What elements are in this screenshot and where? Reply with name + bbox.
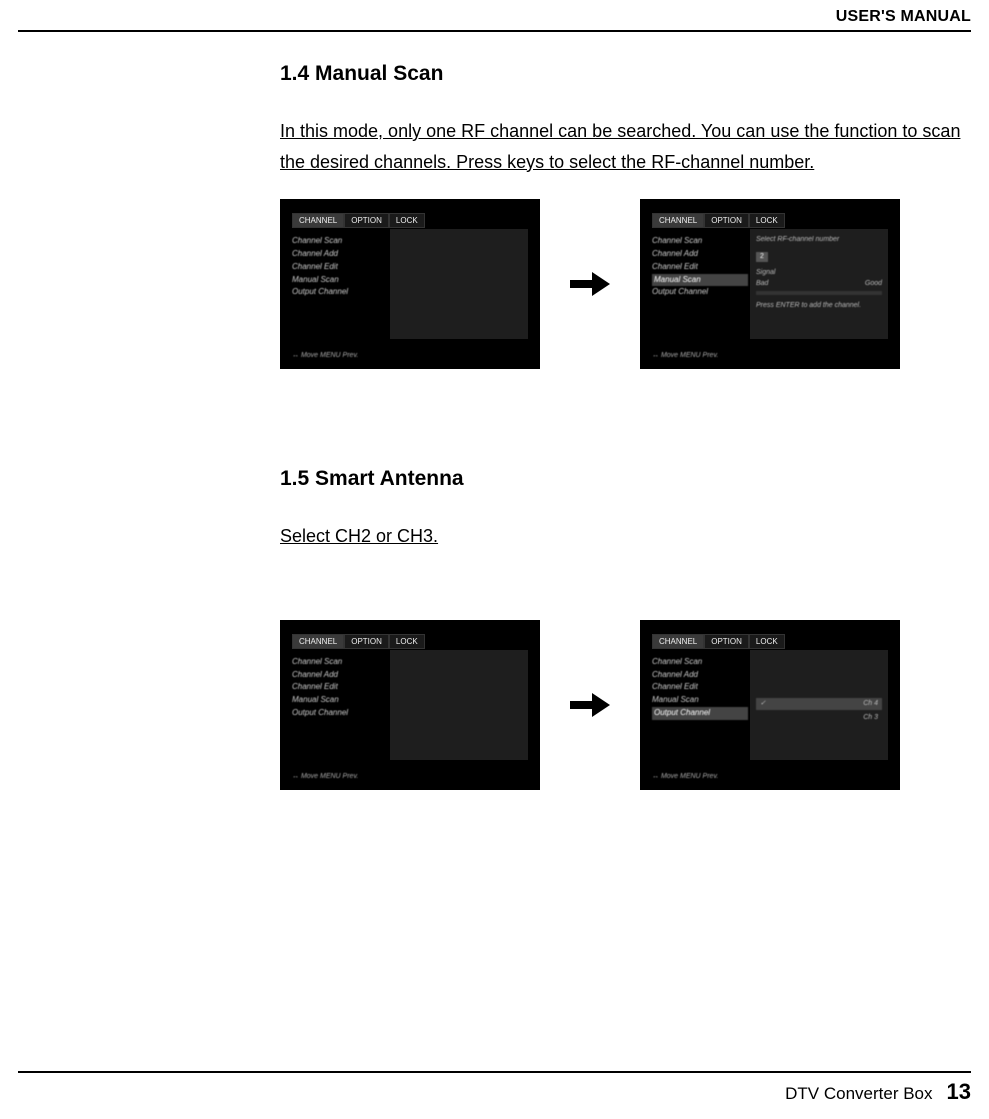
tv-menu-item: Channel Edit <box>652 681 748 694</box>
header-rule <box>18 30 971 32</box>
tv-menu-item: Output Channel <box>292 286 388 299</box>
tv-menu-item-selected: Output Channel <box>652 707 748 720</box>
tv-tab-option: OPTION <box>704 634 749 649</box>
output-option: Ch 4 <box>863 699 878 710</box>
tv-hint: ↔ Move MENU Prev. <box>652 773 718 780</box>
panel-note: Press ENTER to add the channel. <box>756 301 882 312</box>
tv-menu-item: Channel Add <box>292 248 388 261</box>
section-1-body: In this mode, only one RF channel can be… <box>280 116 985 177</box>
tv-screenshot-antenna-left: CHANNEL OPTION LOCK Channel Scan Channel… <box>280 620 540 790</box>
tv-tabs: CHANNEL OPTION LOCK <box>292 634 425 649</box>
tv-menu-list: Channel Scan Channel Add Channel Edit Ma… <box>652 656 748 720</box>
tv-tab-channel: CHANNEL <box>292 634 344 649</box>
footer: DTV Converter Box 13 <box>785 1079 971 1105</box>
tv-hint: ↔ Move MENU Prev. <box>292 352 358 359</box>
tv-menu-item: Channel Scan <box>292 656 388 669</box>
tv-tabs: CHANNEL OPTION LOCK <box>652 213 785 228</box>
tv-menu-item: Channel Edit <box>652 261 748 274</box>
tv-tab-lock: LOCK <box>389 634 425 649</box>
tv-tab-option: OPTION <box>344 634 389 649</box>
rf-channel-value: 2 <box>756 252 768 263</box>
tv-tab-lock: LOCK <box>749 634 785 649</box>
arrow-icon <box>570 272 610 296</box>
tv-menu-item: Channel Scan <box>292 235 388 248</box>
tv-tab-channel: CHANNEL <box>652 213 704 228</box>
tv-menu-list: Channel Scan Channel Add Channel Edit Ma… <box>652 235 748 299</box>
tv-right-panel <box>390 650 528 760</box>
output-option: Ch 3 <box>863 714 878 721</box>
tv-menu-item: Channel Edit <box>292 681 388 694</box>
check-icon: ✓ <box>760 699 766 710</box>
tv-screenshot-manual-right: CHANNEL OPTION LOCK Channel Scan Channel… <box>640 199 900 369</box>
tv-menu-item-selected: Manual Scan <box>652 274 748 287</box>
tv-menu-item: Channel Add <box>652 248 748 261</box>
page-header-title: USER'S MANUAL <box>836 8 971 26</box>
tv-menu-item: Manual Scan <box>652 694 748 707</box>
tv-right-panel: Select RF-channel number 2 Signal Bad Go… <box>750 229 888 339</box>
tv-hint: ↔ Move MENU Prev. <box>292 773 358 780</box>
tv-tab-option: OPTION <box>344 213 389 228</box>
tv-tabs: CHANNEL OPTION LOCK <box>292 213 425 228</box>
tv-screenshot-antenna-right: CHANNEL OPTION LOCK Channel Scan Channel… <box>640 620 900 790</box>
tv-screenshot-manual-left: CHANNEL OPTION LOCK Channel Scan Channel… <box>280 199 540 369</box>
arrow-icon <box>570 693 610 717</box>
tv-right-panel <box>390 229 528 339</box>
section-2-heading: 1.5 Smart Antenna <box>280 467 985 491</box>
tv-menu-item: Channel Edit <box>292 261 388 274</box>
tv-hint: ↔ Move MENU Prev. <box>652 352 718 359</box>
figure-row-1: CHANNEL OPTION LOCK Channel Scan Channel… <box>280 199 985 369</box>
tv-menu-item: Output Channel <box>292 707 388 720</box>
tv-tab-option: OPTION <box>704 213 749 228</box>
tv-menu-item: Output Channel <box>652 286 748 299</box>
footer-rule <box>18 1071 971 1073</box>
signal-bad: Bad <box>756 279 768 290</box>
page: USER'S MANUAL 1.4 Manual Scan In this mo… <box>0 0 989 1119</box>
tv-menu-item: Channel Add <box>652 669 748 682</box>
tv-menu-item: Channel Scan <box>652 235 748 248</box>
tv-tab-lock: LOCK <box>749 213 785 228</box>
tv-tabs: CHANNEL OPTION LOCK <box>652 634 785 649</box>
tv-menu-item: Channel Scan <box>652 656 748 669</box>
tv-menu-item: Channel Add <box>292 669 388 682</box>
tv-tab-channel: CHANNEL <box>652 634 704 649</box>
tv-menu-list: Channel Scan Channel Add Channel Edit Ma… <box>292 235 388 299</box>
signal-good: Good <box>865 279 882 290</box>
tv-menu-list: Channel Scan Channel Add Channel Edit Ma… <box>292 656 388 720</box>
tv-right-panel: ✓ Ch 4 Ch 3 <box>750 650 888 760</box>
tv-tab-lock: LOCK <box>389 213 425 228</box>
tv-tab-channel: CHANNEL <box>292 213 344 228</box>
section-2-body: Select CH2 or CH3. <box>280 521 985 552</box>
footer-product: DTV Converter Box <box>785 1084 932 1104</box>
content-area: 1.4 Manual Scan In this mode, only one R… <box>280 62 985 810</box>
tv-menu-item: Manual Scan <box>292 694 388 707</box>
section-1-heading: 1.4 Manual Scan <box>280 62 985 86</box>
panel-title: Select RF-channel number <box>756 235 882 246</box>
footer-page-number: 13 <box>947 1079 971 1105</box>
tv-menu-item: Manual Scan <box>292 274 388 287</box>
figure-row-2: CHANNEL OPTION LOCK Channel Scan Channel… <box>280 620 985 790</box>
signal-label: Signal <box>756 268 882 279</box>
